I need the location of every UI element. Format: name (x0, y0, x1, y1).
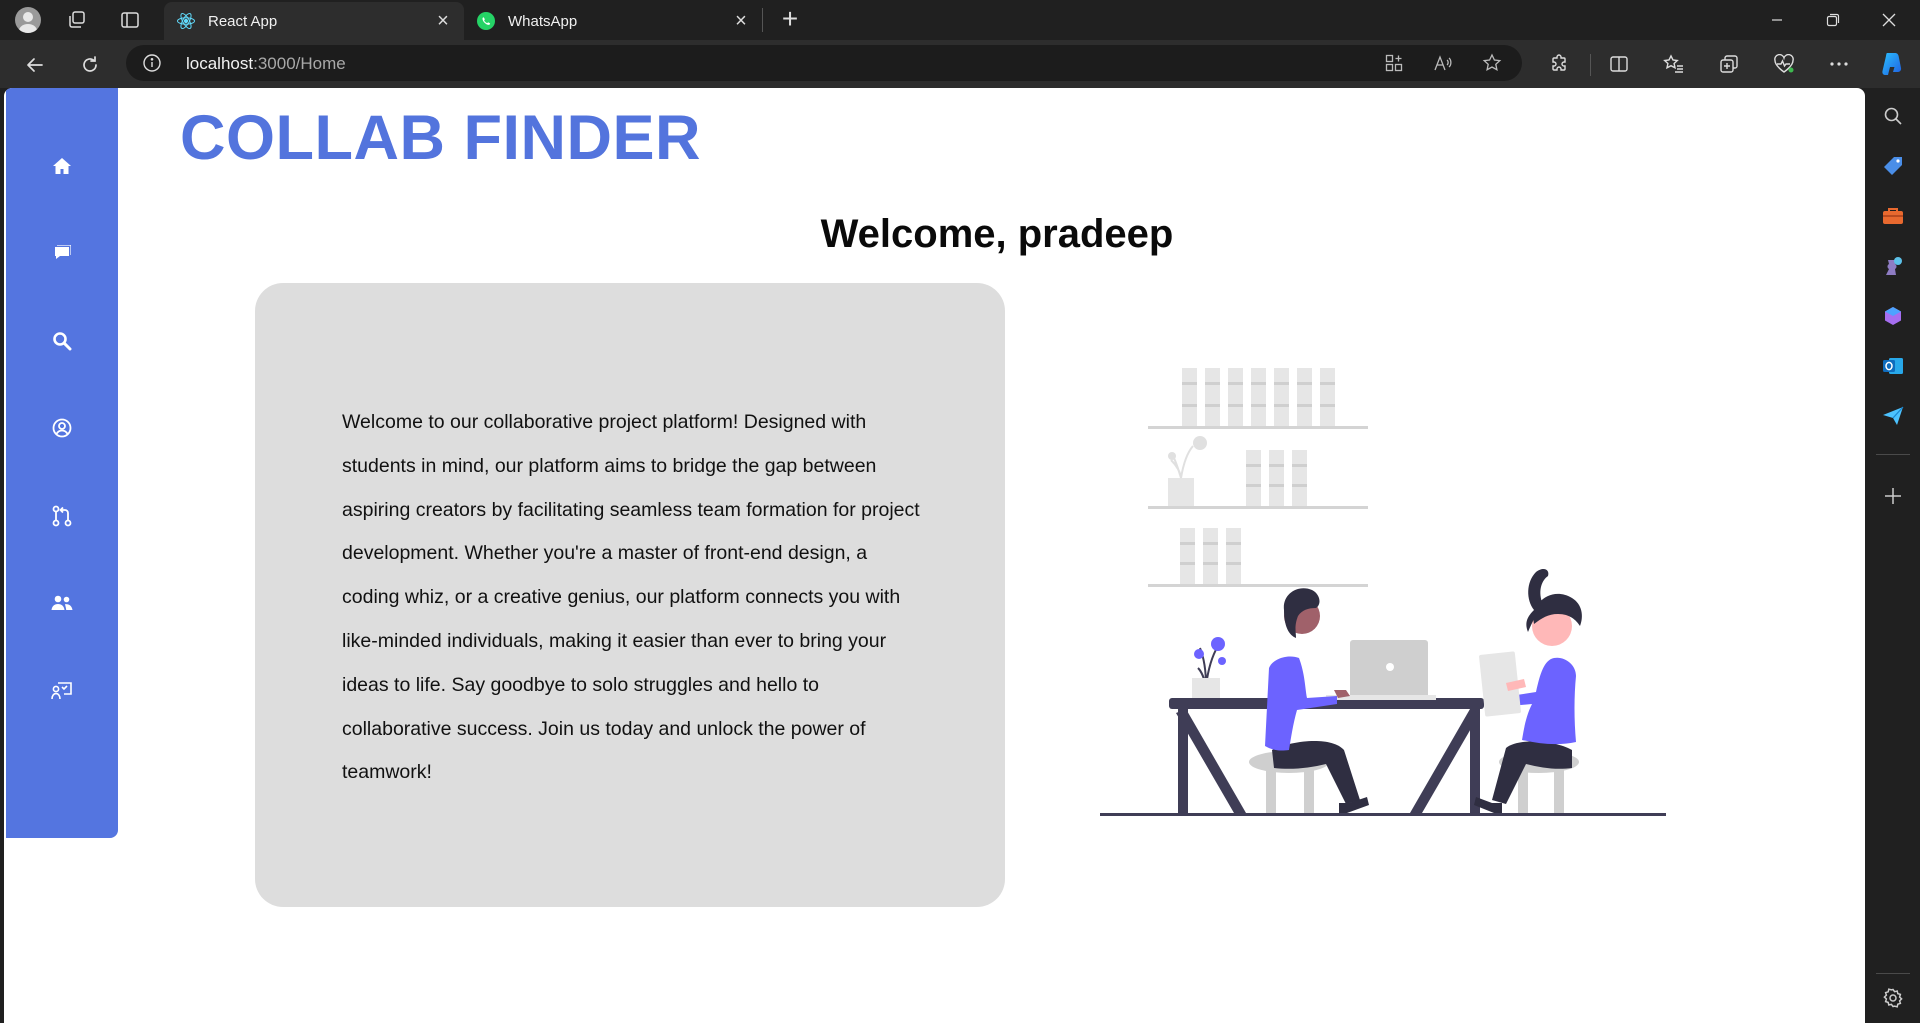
tools-briefcase-icon[interactable] (1881, 204, 1905, 228)
tab-title: WhatsApp (508, 12, 578, 30)
outlook-icon[interactable] (1881, 354, 1905, 378)
back-button[interactable] (20, 50, 50, 80)
send-paper-plane-icon[interactable] (1881, 404, 1905, 428)
user-circle-icon (52, 418, 72, 438)
edge-sidebar (1866, 88, 1920, 1023)
nav-teams[interactable] (42, 583, 82, 623)
sidebar-search-icon[interactable] (1881, 104, 1905, 128)
sidebar-separator (1876, 454, 1910, 455)
tab-whatsapp[interactable]: WhatsApp × (464, 2, 762, 40)
close-window-button[interactable] (1861, 0, 1917, 40)
desk-plant (1192, 637, 1226, 698)
microsoft-365-icon[interactable] (1881, 304, 1905, 328)
read-aloud-icon[interactable] (1432, 52, 1454, 74)
vertical-tabs-icon[interactable] (116, 6, 144, 34)
close-tab-icon[interactable]: × (732, 11, 750, 31)
minimize-button[interactable] (1749, 0, 1805, 40)
sidebar-settings-icon[interactable] (1881, 986, 1905, 1010)
url-host: localhost (186, 54, 254, 73)
floor-line (1100, 813, 1666, 816)
browser-essentials-icon[interactable] (1770, 50, 1798, 78)
toolbar-separator (1590, 54, 1591, 76)
tab-bar: React App × WhatsApp × + (0, 0, 1920, 40)
whatsapp-icon (476, 11, 496, 31)
new-tab-button[interactable]: + (776, 5, 804, 34)
more-options-icon[interactable] (1825, 50, 1853, 78)
url-path: :3000/Home (253, 54, 346, 73)
extensions-icon[interactable] (1545, 50, 1573, 78)
profile-avatar-icon[interactable] (14, 6, 42, 34)
tab-title: React App (208, 12, 278, 30)
copilot-icon[interactable] (1878, 50, 1906, 78)
nav-profile[interactable] (42, 408, 82, 448)
search-icon (53, 332, 72, 351)
about-card: Welcome to our collaborative project pla… (255, 283, 1005, 907)
welcome-heading: Welcome, pradeep (4, 212, 1865, 257)
users-icon (51, 595, 73, 610)
nav-present[interactable] (42, 671, 82, 711)
games-chess-icon[interactable] (1881, 254, 1905, 278)
shopping-tag-icon[interactable] (1881, 154, 1905, 178)
pull-request-icon (52, 505, 72, 527)
collections-icon[interactable] (1715, 50, 1743, 78)
app-available-icon[interactable] (1383, 52, 1405, 74)
page: COLLAB FINDER Welcome, pradeep Welcome t… (4, 88, 1865, 1023)
nav-search[interactable] (42, 321, 82, 361)
team-collaboration-illustration (1100, 368, 1666, 816)
site-info-icon[interactable] (142, 53, 162, 73)
favorite-star-icon[interactable] (1481, 52, 1503, 74)
home-icon (53, 158, 71, 174)
add-sidebar-app-icon[interactable] (1881, 484, 1905, 508)
app-sidebar (6, 88, 118, 838)
split-screen-icon[interactable] (1605, 50, 1633, 78)
sidebar-separator (1876, 973, 1910, 974)
about-text: Welcome to our collaborative project pla… (342, 411, 920, 784)
tab-separator (762, 8, 763, 32)
react-icon (176, 11, 196, 31)
page-viewport: COLLAB FINDER Welcome, pradeep Welcome t… (0, 88, 1866, 1023)
tab-react-app[interactable]: React App × (164, 2, 464, 40)
favorites-icon[interactable] (1660, 50, 1688, 78)
url-text: localhost:3000/Home (186, 54, 346, 74)
nav-requests[interactable] (42, 496, 82, 536)
url-bar[interactable]: localhost:3000/Home (126, 45, 1522, 81)
close-tab-icon[interactable]: × (434, 11, 452, 31)
nav-home[interactable] (42, 146, 82, 186)
refresh-button[interactable] (75, 50, 105, 80)
brand-title: COLLAB FINDER (180, 103, 701, 173)
restore-button[interactable] (1805, 0, 1861, 40)
welcome-text: Welcome, pradeep (820, 212, 1174, 256)
shelf-books (1148, 368, 1368, 587)
presentation-icon (51, 682, 72, 700)
address-toolbar: localhost:3000/Home (0, 40, 1920, 88)
workspaces-icon[interactable] (63, 6, 91, 34)
